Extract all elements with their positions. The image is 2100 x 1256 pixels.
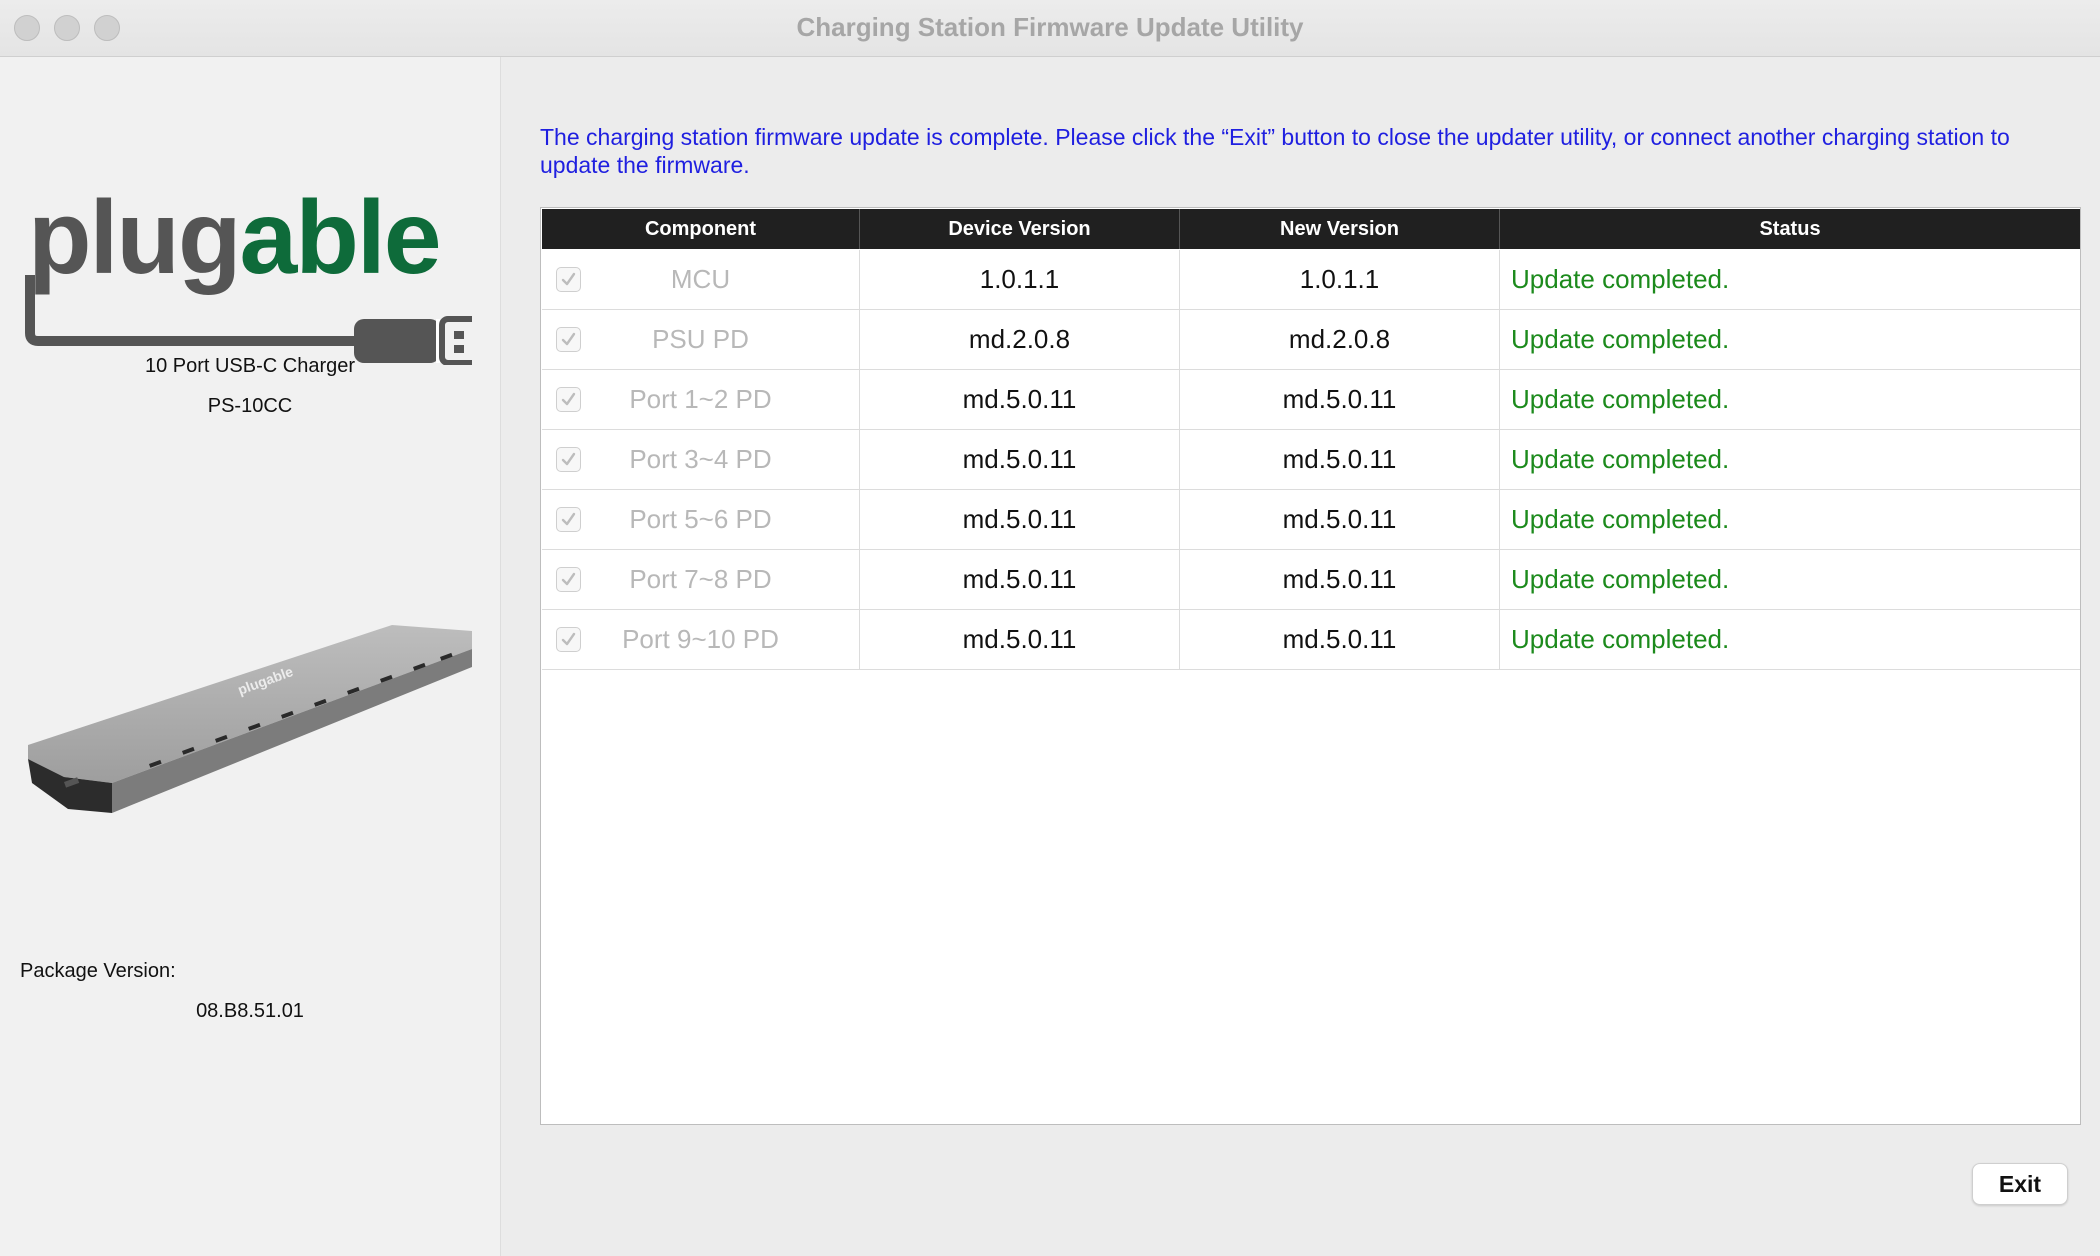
column-header-status: Status	[1759, 217, 1821, 240]
svg-text:plugable: plugable	[28, 180, 440, 296]
component-cell: PSU PD	[542, 310, 860, 369]
column-header-component: Component	[542, 209, 860, 249]
component-checkbox[interactable]	[556, 327, 581, 352]
new-version-cell: md.5.0.11	[1180, 550, 1500, 609]
status-cell: Update completed.	[1511, 504, 1730, 534]
device-version-cell: md.5.0.11	[860, 550, 1180, 609]
component-name: Port 3~4 PD	[629, 444, 772, 474]
component-checkbox[interactable]	[556, 447, 581, 472]
checkmark-icon	[561, 512, 576, 526]
component-name: MCU	[670, 264, 731, 294]
table-row: Port 1~2 PD md.5.0.11 md.5.0.11 Update comp…	[542, 370, 2080, 430]
product-model: PS-10CC	[207, 395, 293, 417]
status-cell: Update completed.	[1511, 324, 1730, 354]
component-cell: Port 3~4 PD	[542, 430, 860, 489]
component-cell: MCU	[542, 250, 860, 309]
component-cell: Port 5~6 PD	[542, 490, 860, 549]
component-cell: Port 1~2 PD	[542, 370, 860, 429]
new-version-cell: md.5.0.11	[1180, 430, 1500, 489]
component-name: Port 9~10 PD	[622, 624, 779, 654]
status-cell: Update completed.	[1511, 384, 1730, 414]
status-cell: Update completed.	[1511, 264, 1730, 294]
component-checkbox[interactable]	[556, 507, 581, 532]
new-version-cell: md.2.0.8	[1180, 310, 1500, 369]
exit-button[interactable]: Exit	[1972, 1163, 2068, 1205]
component-checkbox[interactable]	[556, 267, 581, 292]
component-name: Port 1~2 PD	[629, 384, 772, 414]
component-cell: Port 9~10 PD	[542, 610, 860, 669]
component-checkbox[interactable]	[556, 567, 581, 592]
plugable-logo: plugable	[25, 180, 472, 365]
checkmark-icon	[561, 632, 576, 646]
table-row: Port 5~6 PD md.5.0.11 md.5.0.11 Update comp…	[542, 490, 2080, 550]
table-row: PSU PD md.2.0.8 md.2.0.8 Update completed.	[542, 310, 2080, 370]
status-cell: Update completed.	[1511, 624, 1730, 654]
device-version-cell: md.5.0.11	[860, 370, 1180, 429]
device-version-cell: md.5.0.11	[860, 430, 1180, 489]
status-message: The charging station firmware update is …	[540, 124, 2010, 178]
checkmark-icon	[561, 392, 576, 406]
app-window: Charging Station Firmware Update Utility…	[0, 0, 2100, 1256]
device-version-cell: md.2.0.8	[860, 310, 1180, 369]
table-row: Port 3~4 PD md.5.0.11 md.5.0.11 Update comp…	[542, 430, 2080, 490]
new-version-cell: 1.0.1.1	[1180, 250, 1500, 309]
package-version-value: 08.B8.51.01	[196, 1000, 304, 1022]
table-header: Component Device Version New Version Sta…	[542, 209, 2080, 249]
status-cell: Update completed.	[1511, 564, 1730, 594]
window-title: Charging Station Firmware Update Utility	[796, 12, 1304, 42]
device-version-cell: md.5.0.11	[860, 610, 1180, 669]
checkmark-icon	[561, 452, 576, 466]
package-version-label: Package Version:	[20, 960, 176, 982]
component-name: PSU PD	[652, 324, 749, 354]
component-checkbox[interactable]	[556, 387, 581, 412]
component-name: Port 7~8 PD	[629, 564, 772, 594]
title-bar: Charging Station Firmware Update Utility	[0, 0, 2100, 57]
table-body: MCU 1.0.1.1 1.0.1.1 Update completed. PSU PD…	[542, 250, 2080, 670]
checkmark-icon	[561, 332, 576, 346]
device-version-cell: 1.0.1.1	[860, 250, 1180, 309]
checkmark-icon	[561, 572, 576, 586]
firmware-table: Component Device Version New Version Sta…	[540, 207, 2081, 1125]
table-row: MCU 1.0.1.1 1.0.1.1 Update completed.	[542, 250, 2080, 310]
status-cell: Update completed.	[1511, 444, 1730, 474]
new-version-cell: md.5.0.11	[1180, 610, 1500, 669]
charger-device-image: plugable	[28, 625, 472, 813]
device-version-cell: md.5.0.11	[860, 490, 1180, 549]
column-header-device-version: Device Version	[860, 209, 1180, 249]
product-name: 10 Port USB-C Charger	[144, 355, 356, 377]
checkmark-icon	[561, 272, 576, 286]
table-row: Port 9~10 PD md.5.0.11 md.5.0.11 Update com…	[542, 610, 2080, 670]
component-cell: Port 7~8 PD	[542, 550, 860, 609]
component-checkbox[interactable]	[556, 627, 581, 652]
column-header-new-version: New Version	[1180, 209, 1500, 249]
table-row: Port 7~8 PD md.5.0.11 md.5.0.11 Update comp…	[542, 550, 2080, 610]
new-version-cell: md.5.0.11	[1180, 490, 1500, 549]
new-version-cell: md.5.0.11	[1180, 370, 1500, 429]
sidebar: plugable 10 Port USB-C Charger PS-10CC p…	[0, 57, 501, 1256]
component-name: Port 5~6 PD	[629, 504, 772, 534]
